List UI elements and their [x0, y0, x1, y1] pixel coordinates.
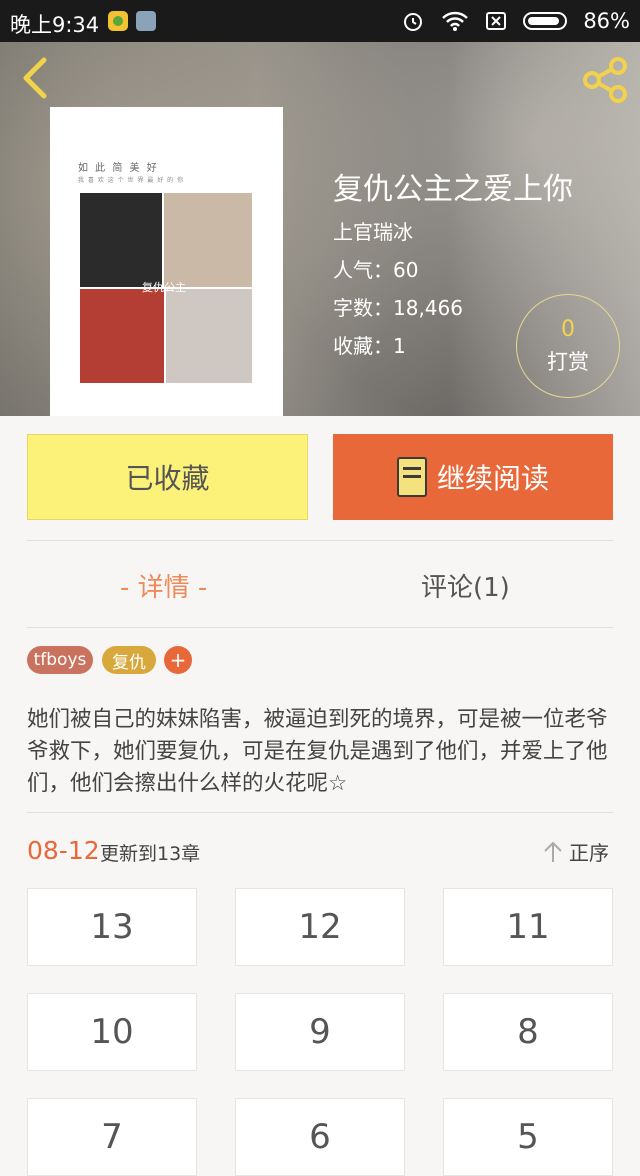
favorited-label: 已收藏: [125, 462, 210, 495]
divider: [27, 812, 613, 813]
book-description: 她们被自己的妹妹陷害，被逼迫到死的境界，可是被一位老爷爷救下，她们要复仇，可是在…: [27, 707, 608, 796]
cover-photo: [80, 289, 164, 383]
continue-reading-label: 继续阅读: [436, 462, 549, 495]
no-sim-icon: [486, 12, 507, 30]
chapter-button[interactable]: 9: [235, 993, 405, 1071]
book-popularity: 人气：60: [333, 258, 419, 282]
message-notification-icon: [136, 11, 156, 31]
tab-detail[interactable]: - 详情 -: [120, 567, 207, 604]
book-header: 如 此 简 美 好 我 喜 欢 这 个 世 界 最 好 的 你 复仇公主 复仇公…: [0, 42, 640, 416]
chapter-button[interactable]: 12: [235, 888, 405, 966]
cover-title-text: 如 此 简 美 好: [78, 163, 159, 174]
favorited-button[interactable]: 已收藏: [27, 434, 308, 520]
tag-tfboys[interactable]: tfboys: [27, 646, 93, 674]
alarm-icon: [404, 13, 423, 31]
reward-button[interactable]: 0 打赏: [516, 294, 620, 398]
battery-percent: 86%: [583, 9, 630, 33]
battery-icon: [523, 12, 568, 30]
cover-photo: [80, 193, 162, 287]
arrow-up-icon: [544, 841, 562, 862]
cover-photo: [164, 193, 252, 287]
reward-label: 打赏: [547, 350, 589, 374]
reward-count: 0: [561, 317, 575, 342]
wifi-icon: [442, 11, 469, 31]
app-notification-icon: [108, 11, 128, 31]
chapter-button[interactable]: 11: [443, 888, 613, 966]
cover-watermark: 复仇公主: [142, 281, 186, 294]
cover-photo: [166, 289, 252, 383]
add-tag-button[interactable]: +: [164, 646, 192, 674]
book-title: 复仇公主之爱上你: [333, 172, 573, 207]
book-word-count: 字数：18,466: [333, 296, 463, 320]
sort-toggle[interactable]: 正序: [543, 837, 609, 866]
status-time: 晚上9:34: [10, 13, 100, 37]
chapter-button[interactable]: 5: [443, 1098, 613, 1176]
tag-revenge[interactable]: 复仇: [102, 646, 156, 674]
share-icon[interactable]: [580, 56, 630, 104]
status-bar: 晚上9:34 86%: [0, 0, 640, 42]
update-text: 更新到13章: [100, 843, 201, 865]
back-arrow-icon[interactable]: [16, 56, 52, 100]
book-icon: [396, 457, 427, 497]
cover-subtitle-text: 我 喜 欢 这 个 世 界 最 好 的 你: [78, 177, 185, 184]
divider: [27, 627, 613, 628]
continue-reading-button[interactable]: 继续阅读: [333, 434, 613, 520]
chapter-button[interactable]: 8: [443, 993, 613, 1071]
sort-label: 正序: [569, 841, 609, 865]
chapter-button[interactable]: 13: [27, 888, 197, 966]
book-author[interactable]: 上官瑞冰: [333, 216, 413, 245]
update-date: 08-12: [27, 836, 100, 865]
book-favorites: 收藏：1: [333, 334, 406, 358]
tab-comments[interactable]: 评论(1): [421, 567, 510, 604]
book-cover[interactable]: 如 此 简 美 好 我 喜 欢 这 个 世 界 最 好 的 你 复仇公主: [50, 107, 283, 416]
divider: [27, 540, 613, 541]
chapter-button[interactable]: 7: [27, 1098, 197, 1176]
chapter-button[interactable]: 10: [27, 993, 197, 1071]
chapter-button[interactable]: 6: [235, 1098, 405, 1176]
